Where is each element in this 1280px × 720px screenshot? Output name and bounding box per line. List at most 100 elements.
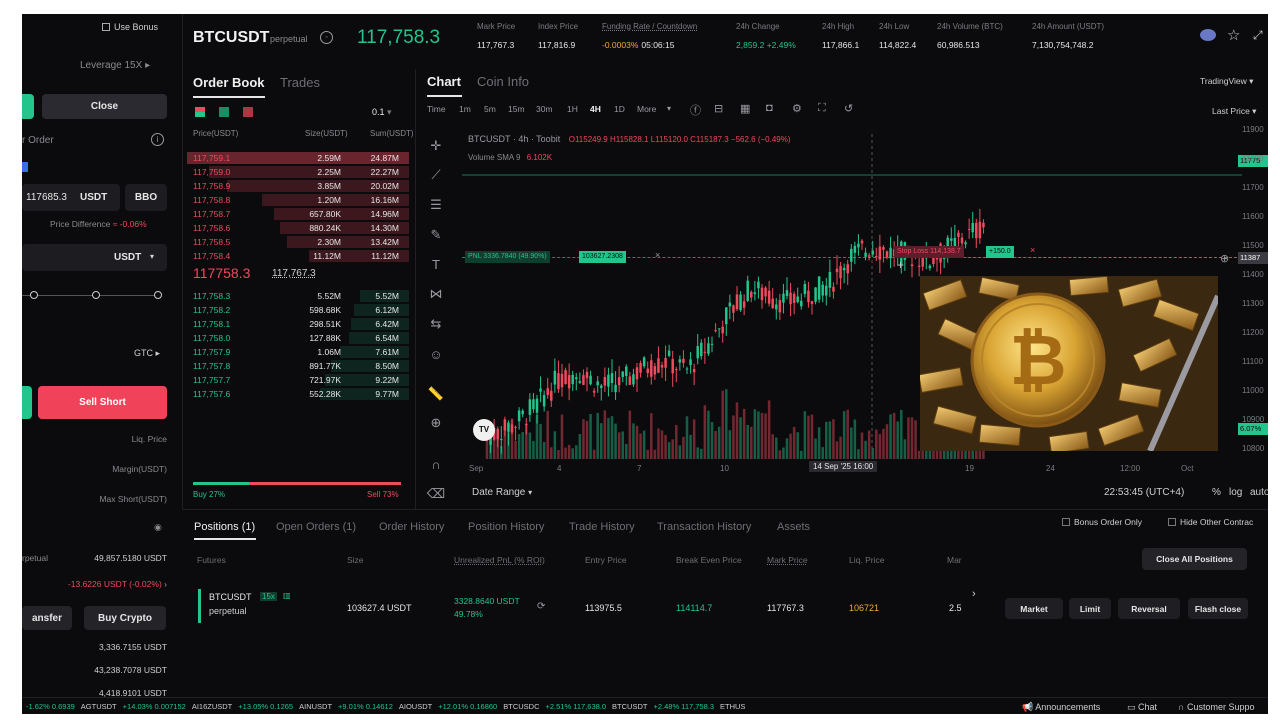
star-icon[interactable]: ☆: [1227, 26, 1240, 44]
brush-icon[interactable]: ✎: [426, 225, 446, 245]
orderbook-row[interactable]: 117,757.8 891.77K 8.50M: [187, 359, 409, 373]
interval-1m[interactable]: 1m: [459, 104, 471, 114]
ruler-icon[interactable]: 📏: [426, 384, 446, 404]
camera-icon[interactable]: ◘: [766, 102, 773, 114]
position-entry-tag[interactable]: 103627.2308: [579, 251, 626, 263]
interval-5m[interactable]: 5m: [484, 104, 496, 114]
open-tab-edge[interactable]: [22, 94, 34, 119]
pattern-icon[interactable]: ⋈: [426, 284, 446, 304]
orderbook-row[interactable]: 117,758.2 598.68K 6.12M: [187, 303, 409, 317]
ticker-item[interactable]: ETHUS: [720, 702, 745, 711]
orderbook-row[interactable]: 117,759.1 2.59M 24.87M: [187, 151, 409, 165]
orderbook-row[interactable]: 117,758.4 11.12M 11.12M: [187, 249, 409, 263]
share-icon[interactable]: ⟳: [537, 601, 545, 612]
position-market-button[interactable]: Market: [1005, 598, 1063, 619]
expand-icon[interactable]: ⤢: [1253, 28, 1263, 43]
scroll-right-icon[interactable]: ›: [972, 588, 976, 600]
theme-icon[interactable]: [1200, 29, 1216, 41]
measure-icon[interactable]: ⇆: [426, 314, 446, 334]
account-pnl[interactable]: -13.6226 USDT (-0.02%) ›: [68, 579, 167, 589]
close-all-positions-button[interactable]: Close All Positions: [1142, 548, 1247, 570]
leverage-selector[interactable]: Leverage 15X ▸: [80, 60, 150, 71]
tradingview-select[interactable]: TradingView ▾: [1200, 76, 1253, 87]
slider-node-0[interactable]: [30, 291, 38, 299]
buy-crypto-button[interactable]: Buy Crypto: [84, 606, 166, 630]
view-both-icon[interactable]: [195, 107, 205, 117]
orderbook-row[interactable]: 117,759.0 2.25M 22.27M: [187, 165, 409, 179]
magnet-icon[interactable]: ∩: [426, 454, 446, 474]
interval-1h[interactable]: 1H: [567, 104, 578, 114]
close-tab[interactable]: Close: [42, 94, 167, 119]
ticker-item[interactable]: AINUSDT: [299, 702, 332, 711]
info-icon[interactable]: i: [151, 133, 164, 146]
eraser-icon[interactable]: ⌫: [426, 484, 446, 504]
ticker-item[interactable]: BTCUSDT: [612, 702, 647, 711]
trendline-icon[interactable]: ⟋: [426, 165, 446, 185]
stop-loss-tag[interactable]: Stop Loss 114,138.7: [894, 246, 964, 258]
orderbook-row[interactable]: 117,758.0 127.88K 6.54M: [187, 331, 409, 345]
zoom-icon[interactable]: ⊕: [426, 413, 446, 433]
sell-short-button[interactable]: Sell Short: [38, 386, 167, 419]
date-range-select[interactable]: Date Range ▾: [472, 487, 532, 498]
slider-node-50[interactable]: [92, 291, 100, 299]
tab-transaction-history[interactable]: Transaction History: [657, 521, 751, 533]
interval-more[interactable]: More: [637, 104, 656, 114]
orderbook-row[interactable]: 117,758.1 298.51K 6.42M: [187, 317, 409, 331]
ob-mark-price[interactable]: 117,767.3: [272, 268, 316, 279]
slider-node-100[interactable]: [154, 291, 162, 299]
interval-15m[interactable]: 15m: [508, 104, 525, 114]
hide-other-contracts-checkbox[interactable]: Hide Other Contrac: [1168, 517, 1253, 527]
text-icon[interactable]: T: [426, 254, 446, 274]
orderbook-row[interactable]: 117,758.7 657.80K 14.96M: [187, 207, 409, 221]
orderbook-row[interactable]: 117,757.6 552.28K 9.77M: [187, 387, 409, 401]
orderbook-row[interactable]: 117,758.9 3.85M 20.02M: [187, 179, 409, 193]
interval-1d[interactable]: 1D: [614, 104, 625, 114]
tab-coin-info[interactable]: Coin Info: [477, 74, 529, 89]
ticker-item[interactable]: +14.03% 0.007152: [123, 702, 186, 711]
amount-slider[interactable]: [22, 291, 167, 301]
use-bonus-checkbox[interactable]: Use Bonus: [102, 22, 158, 32]
log-toggle[interactable]: log: [1229, 487, 1242, 498]
position-flash-close-button[interactable]: Flash close: [1188, 598, 1248, 619]
orderbook-row[interactable]: 117,758.6 880.24K 14.30M: [187, 221, 409, 235]
emoji-icon[interactable]: ☺: [426, 344, 446, 364]
tab-open-orders[interactable]: Open Orders (1): [276, 521, 356, 533]
ticker-item[interactable]: -1.62% 0.6939: [26, 702, 75, 711]
close-stop-loss-icon[interactable]: ×: [1030, 245, 1035, 255]
orderbook-row[interactable]: 117,758.5 2.30M 13.42M: [187, 235, 409, 249]
tab-order-history[interactable]: Order History: [379, 521, 444, 533]
precision-select[interactable]: 0.1 ▾: [372, 107, 392, 118]
tab-positions[interactable]: Positions (1): [194, 521, 255, 533]
percent-toggle[interactable]: %: [1212, 487, 1221, 498]
view-asks-icon[interactable]: [243, 107, 253, 117]
ticker-item[interactable]: +2.48% 117,758.3: [653, 702, 714, 711]
tab-trades[interactable]: Trades: [280, 75, 320, 90]
orderbook-row[interactable]: 117,757.9 1.06M 7.61M: [187, 345, 409, 359]
ticker-item[interactable]: +2.51% 117,638.0: [546, 702, 607, 711]
auto-toggle[interactable]: auto: [1250, 487, 1268, 498]
eye-icon[interactable]: ◉: [154, 522, 162, 533]
transfer-button[interactable]: ansfer: [22, 606, 72, 630]
price-input[interactable]: 117685.3 USDT: [22, 184, 120, 211]
add-alert-icon[interactable]: ⊕: [1220, 252, 1229, 265]
amount-input[interactable]: USDT ▾: [22, 244, 167, 271]
buy-long-edge[interactable]: [22, 386, 32, 419]
ticker-item[interactable]: AI16ZUSDT: [192, 702, 232, 711]
tab-assets[interactable]: Assets: [777, 521, 810, 533]
position-symbol[interactable]: BTCUSDT: [209, 592, 252, 602]
tab-chart[interactable]: Chart: [427, 74, 461, 89]
symbol-info-icon[interactable]: ◦: [320, 31, 333, 44]
interval-30m[interactable]: 30m: [536, 104, 553, 114]
orderbook-row[interactable]: 117,757.7 721.97K 9.22M: [187, 373, 409, 387]
ticker-item[interactable]: +9.01% 0.14612: [338, 702, 393, 711]
tab-position-history[interactable]: Position History: [468, 521, 544, 533]
ticker-item[interactable]: BTCUSDC: [503, 702, 539, 711]
customer-support-link[interactable]: ∩ Customer Suppo: [1178, 702, 1255, 712]
ticker-item[interactable]: AIOUSDT: [399, 702, 432, 711]
interval-4h[interactable]: 4H: [590, 104, 601, 114]
tab-trade-history[interactable]: Trade History: [569, 521, 635, 533]
chat-link[interactable]: ▭ Chat: [1127, 702, 1157, 713]
bonus-order-only-checkbox[interactable]: Bonus Order Only: [1062, 517, 1142, 527]
position-reversal-button[interactable]: Reversal: [1118, 598, 1180, 619]
fib-icon[interactable]: ☰: [426, 195, 446, 215]
